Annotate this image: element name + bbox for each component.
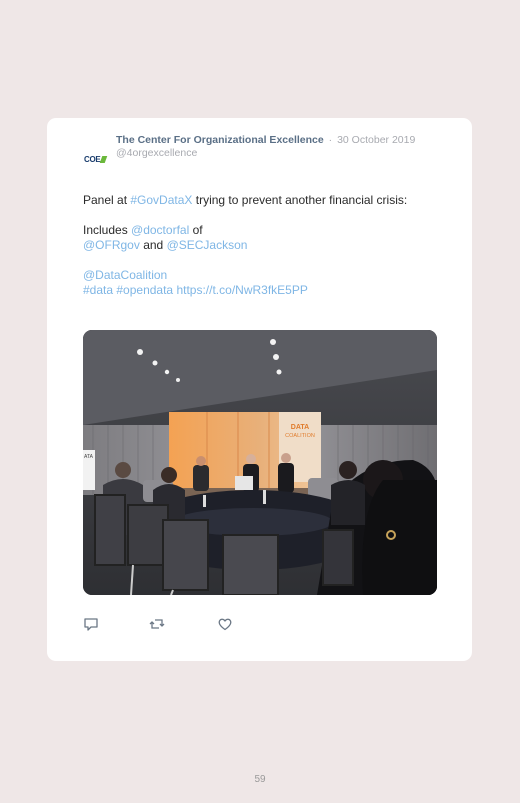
avatar-logo-text: COE: [84, 154, 101, 164]
text-segment: Panel at: [83, 193, 131, 207]
hashtag-govdatax[interactable]: #GovDataX: [130, 193, 192, 207]
backdrop-logo-text: DATA: [291, 424, 309, 431]
stand-banner-text: ATA: [84, 454, 94, 460]
avatar[interactable]: COE: [84, 151, 110, 167]
mention-datacoalition[interactable]: @DataCoalition: [83, 268, 167, 282]
separator: ·: [328, 134, 333, 146]
heart-icon[interactable]: [217, 616, 233, 632]
retweet-icon[interactable]: [149, 616, 165, 632]
author-name[interactable]: The Center For Organizational Excellence: [116, 134, 324, 146]
hashtag-opendata[interactable]: #opendata: [116, 283, 173, 297]
text-segment: Includes: [83, 223, 132, 237]
panel-photo-illustration: DATA COALITION ATA: [83, 330, 437, 595]
tweet-text: Panel at #GovDataX trying to prevent ano…: [83, 193, 428, 313]
backdrop-logo-subtext: COALITION: [285, 433, 315, 439]
text-segment: and: [139, 238, 167, 252]
tweet-card: COE The Center For Organizational Excell…: [47, 118, 472, 661]
page-number: 59: [254, 774, 266, 785]
tweet-actions: [83, 616, 283, 632]
hashtag-data[interactable]: #data: [83, 283, 113, 297]
mention-doctorfal[interactable]: @doctorfal: [131, 223, 189, 237]
mention-ofrgov[interactable]: @OFRgov: [83, 238, 140, 252]
tweet-photo[interactable]: DATA COALITION ATA: [83, 330, 437, 595]
leaf-icon: [100, 155, 108, 163]
mention-secjackson[interactable]: @SECJackson: [167, 238, 248, 252]
reply-icon[interactable]: [83, 616, 99, 632]
text-segment: of: [189, 223, 203, 237]
tweet-url-link[interactable]: https://t.co/NwR3fkE5PP: [176, 283, 307, 297]
tweet-date[interactable]: 30 October 2019: [337, 134, 415, 146]
author-handle[interactable]: @4orgexcellence: [116, 147, 197, 159]
text-segment: trying to prevent another financial cris…: [192, 193, 408, 207]
tweet-header: The Center For Organizational Excellence…: [116, 134, 426, 160]
